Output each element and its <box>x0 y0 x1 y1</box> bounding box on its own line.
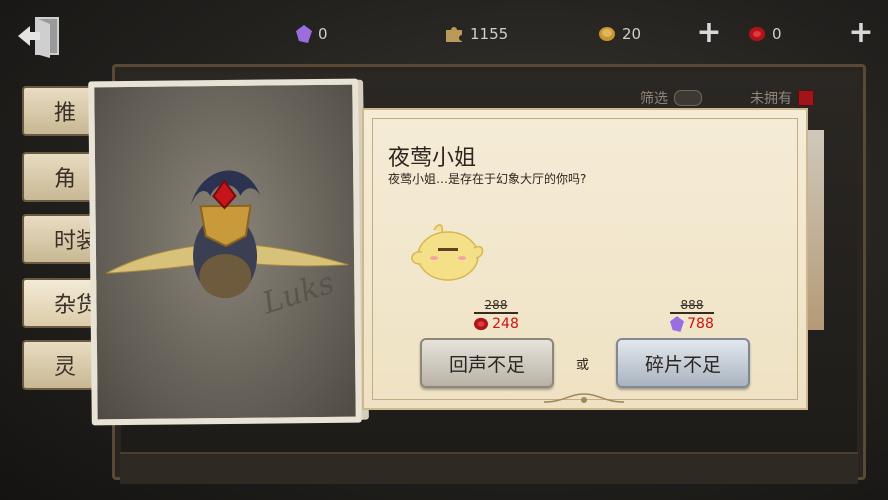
purchase-dialog: 夜莺小姐 夜莺小姐…是存在于幻象大厅的你吗? 288 248 888 788 回… <box>362 108 808 410</box>
back-button[interactable] <box>14 14 64 58</box>
item-title: 夜莺小姐 <box>388 146 477 171</box>
plus-icon: + <box>696 15 722 50</box>
plus-icon: + <box>848 15 874 50</box>
filter-toggle[interactable]: 筛选 <box>640 88 702 108</box>
buy-with-fragment-button[interactable]: 碎片不足 <box>616 338 750 388</box>
next-item-edge[interactable] <box>806 130 824 330</box>
ornament-flourish-icon <box>544 393 624 403</box>
price-divider <box>670 312 714 314</box>
purple-fragment-icon <box>296 25 312 43</box>
echo-new-price: 248 <box>473 316 519 332</box>
echo-new-price-value: 248 <box>492 316 519 332</box>
toggle-switch[interactable] <box>674 90 702 106</box>
puzzle-count: 1155 <box>470 25 509 43</box>
coin-currency: 20 <box>598 22 641 46</box>
tab-label: 灵 <box>54 355 77 380</box>
fragment-new-price-value: 788 <box>687 316 714 332</box>
fragment-price: 888 788 <box>632 298 752 336</box>
echo-old-price: 288 <box>484 298 508 312</box>
fragment-old-price: 888 <box>680 298 704 312</box>
shelf-base <box>120 452 858 484</box>
unowned-checkbox[interactable] <box>798 90 814 106</box>
red-echo-icon <box>474 317 489 331</box>
item-card <box>88 78 362 426</box>
fragment-currency: 0 <box>296 22 328 46</box>
nightingale-pendant-icon <box>105 170 349 298</box>
fragment-new-price: 788 <box>670 316 714 332</box>
unowned-label: 未拥有 <box>750 91 792 107</box>
fragment-count: 0 <box>318 25 328 43</box>
add-echo-button[interactable]: + <box>848 18 874 48</box>
coin-count: 20 <box>622 25 642 43</box>
purple-fragment-icon <box>670 316 685 332</box>
tab-label: 推 <box>54 101 77 126</box>
red-echo-icon <box>749 27 765 41</box>
gold-coin-icon <box>599 27 615 41</box>
or-label: 或 <box>576 358 590 373</box>
buy-with-echo-button[interactable]: 回声不足 <box>420 338 554 388</box>
echo-currency: 0 <box>748 22 782 46</box>
filter-label: 筛选 <box>640 91 668 107</box>
add-coin-button[interactable]: + <box>696 18 722 48</box>
tab-label: 角 <box>54 167 77 192</box>
price-divider <box>474 312 518 314</box>
chick-mascot-icon <box>411 224 484 281</box>
exit-door-icon <box>18 17 59 58</box>
puzzle-currency: 1155 <box>444 22 508 46</box>
top-bar: 0 1155 20 + 0 + <box>0 0 888 64</box>
echo-count: 0 <box>772 25 782 43</box>
echo-price: 288 248 <box>436 298 556 335</box>
puzzle-piece-icon <box>446 27 462 42</box>
unowned-filter[interactable]: 未拥有 <box>750 88 814 108</box>
item-description: 夜莺小姐…是存在于幻象大厅的你吗? <box>388 172 587 186</box>
